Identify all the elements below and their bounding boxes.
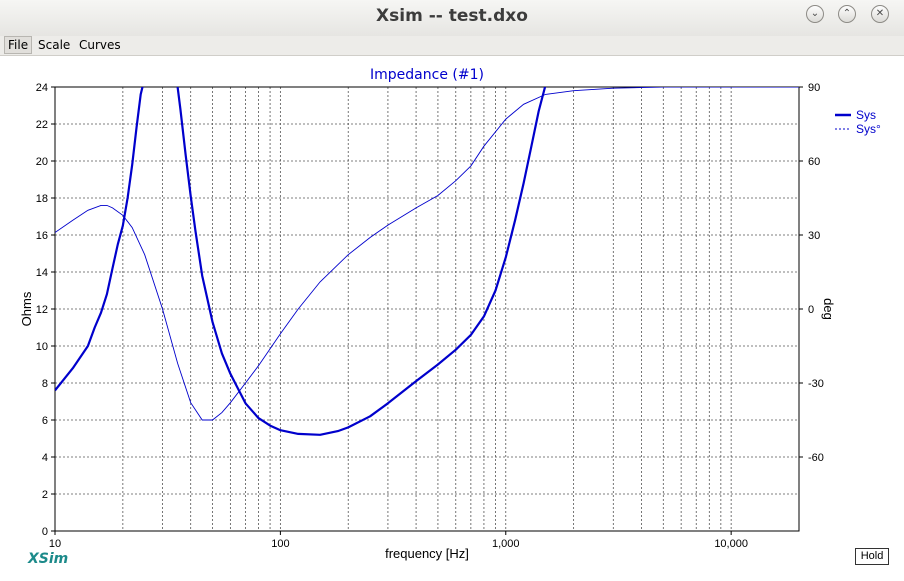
- y-tick-label: 6: [42, 415, 48, 427]
- y-tick-label: 16: [36, 230, 48, 242]
- x-tick-label: 10: [49, 538, 61, 550]
- y-tick-label: 14: [36, 267, 48, 279]
- y2-tick-label: 90: [808, 82, 820, 94]
- y2-tick-label: -30: [808, 378, 824, 390]
- y2-tick-label: 60: [808, 156, 820, 168]
- y-tick-label: 22: [36, 119, 48, 131]
- y-tick-label: 0: [42, 526, 48, 538]
- menu-curves[interactable]: Curves: [79, 38, 121, 52]
- menu-bar: File Scale Curves: [0, 36, 904, 56]
- x-tick-label: 10,000: [714, 538, 748, 550]
- y-tick-label: 2: [42, 489, 48, 501]
- y-tick-label: 4: [42, 452, 48, 464]
- y2-tick-label: 0: [808, 304, 814, 316]
- maximize-icon[interactable]: ⌃: [838, 5, 856, 23]
- close-icon[interactable]: ✕: [871, 5, 889, 23]
- x-tick-label: 1,000: [492, 538, 520, 550]
- y-tick-label: 8: [42, 378, 48, 390]
- chart-title: Impedance (#1): [370, 67, 484, 83]
- y-tick-label: 12: [36, 304, 48, 316]
- title-bar: Xsim -- test.dxo ⌄ ⌃ ✕: [0, 0, 904, 37]
- menu-scale[interactable]: Scale: [38, 38, 70, 52]
- y-axis-label: Ohms: [19, 291, 34, 326]
- y-tick-label: 18: [36, 193, 48, 205]
- window-title: Xsim -- test.dxo: [376, 6, 528, 26]
- x-axis-label: frequency [Hz]: [385, 546, 469, 561]
- legend-label: Sys°: [856, 122, 881, 136]
- y2-tick-label: -60: [808, 452, 824, 464]
- y2-axis-label: deg: [821, 298, 836, 320]
- hold-button[interactable]: Hold: [855, 548, 889, 565]
- minimize-icon[interactable]: ⌄: [806, 5, 824, 23]
- y-tick-label: 20: [36, 156, 48, 168]
- menu-file[interactable]: File: [4, 36, 33, 54]
- legend-label: Sys: [856, 108, 876, 122]
- xsim-logo: XSim: [28, 551, 69, 567]
- y2-tick-label: 30: [808, 230, 820, 242]
- y-tick-label: 10: [36, 341, 48, 353]
- y-tick-label: 24: [36, 82, 48, 94]
- impedance-chart: Impedance (#1)024681012141618202224-60-3…: [19, 67, 881, 561]
- x-tick-label: 100: [271, 538, 289, 550]
